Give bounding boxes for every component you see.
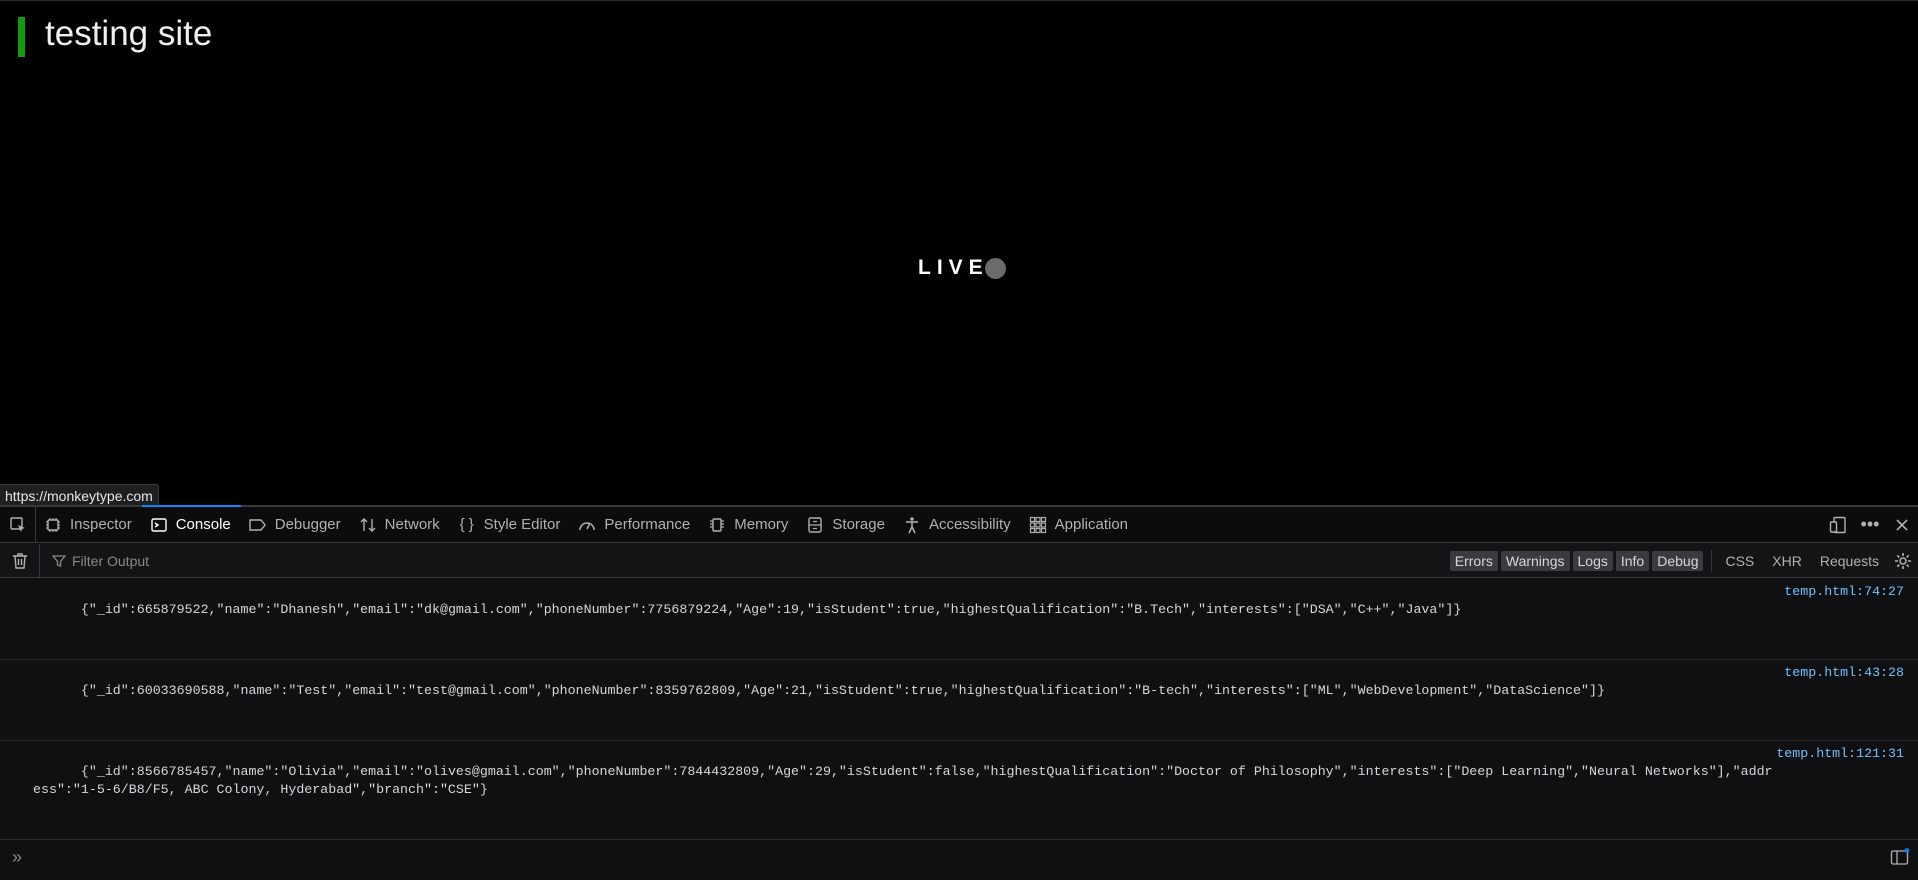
gear-icon [1895,552,1911,569]
tab-inspector[interactable]: Inspector [36,507,142,543]
filter-requests-button[interactable]: Requests [1811,553,1888,569]
tab-label: Memory [734,516,789,533]
site-heading: testing site [18,11,213,57]
responsive-design-button[interactable] [1822,507,1854,543]
tab-label: Style Editor [483,516,561,533]
log-source-link[interactable]: temp.html:121:31 [1776,745,1904,763]
devtools-panel: Inspector Console Debugger Network { } S… [0,504,1918,880]
console-input-row[interactable]: » [0,840,1918,874]
memory-icon [708,516,726,534]
filter-errors-button[interactable]: Errors [1449,550,1498,571]
style-editor-icon: { } [459,516,474,533]
element-picker-button[interactable] [0,506,36,543]
log-source-link[interactable]: temp.html:74:27 [1784,583,1904,601]
filter-debug-button[interactable]: Debug [1652,550,1704,571]
request-filters: CSS XHR Requests [1712,553,1888,569]
close-devtools-button[interactable] [1886,507,1918,543]
responsive-design-icon [1829,516,1846,533]
tab-accessibility[interactable]: Accessibility [895,507,1021,543]
clear-console-button[interactable] [0,543,40,578]
editor-mode-button[interactable] [1890,848,1910,871]
tab-memory[interactable]: Memory [700,507,798,543]
tab-console[interactable]: Console [141,504,241,543]
log-message: {"_id":665879522,"name":"Dhanesh","email… [80,602,1462,617]
more-options-icon: ••• [1860,514,1880,534]
filter-wrapper [40,552,1450,569]
devtools-toolbar: Inspector Console Debugger Network { } S… [0,504,1918,543]
tab-label: Network [384,516,440,533]
console-icon [150,516,168,534]
tab-label: Accessibility [928,516,1011,533]
filter-css-button[interactable]: CSS [1716,553,1763,569]
tab-storage[interactable]: Storage [798,507,895,543]
console-settings-button[interactable] [1888,552,1918,570]
performance-icon [578,516,596,534]
debugger-icon [249,516,267,534]
live-dot-icon [984,257,1006,279]
page-title: testing site [45,13,213,53]
tab-label: Performance [604,516,691,533]
tab-label: Storage [832,516,885,533]
log-message: {"_id":60033690588,"name":"Test","email"… [80,683,1605,698]
status-url-tooltip: https://monkeytype.com [0,484,159,506]
console-filter-bar: Errors Warnings Logs Info Debug CSS XHR … [0,543,1918,578]
tab-label: Application [1054,516,1129,533]
filter-output-input[interactable] [72,552,472,569]
network-icon [359,516,377,534]
filter-logs-button[interactable]: Logs [1572,550,1613,571]
tab-performance[interactable]: Performance [570,507,700,543]
heading-accent-bar [18,16,25,57]
console-log-row: {"_id":8566785457,"name":"Olivia","email… [0,741,1918,840]
tab-label: Debugger [274,516,341,533]
log-level-filters: Errors Warnings Logs Info Debug [1449,549,1713,572]
console-log-row: {"_id":665879522,"name":"Dhanesh","email… [0,579,1918,660]
tab-label: Inspector [70,516,132,533]
more-options-button[interactable]: ••• [1854,507,1886,543]
live-label: LIVE [918,256,989,279]
split-console-icon [1890,848,1910,865]
tab-label: Console [175,516,231,533]
filter-warnings-button[interactable]: Warnings [1500,550,1570,571]
tab-debugger[interactable]: Debugger [241,507,351,543]
log-source-link[interactable]: temp.html:43:28 [1784,664,1904,682]
console-log-row: {"_id":60033690588,"name":"Test","email"… [0,660,1918,741]
tab-style-editor[interactable]: { } Style Editor [450,507,571,543]
page-viewport: testing site LIVE https://monkeytype.com [0,0,1918,506]
live-indicator: LIVE [918,255,1006,281]
accessibility-icon [903,516,921,534]
filter-xhr-button[interactable]: XHR [1763,553,1811,569]
close-icon [1896,518,1908,531]
application-icon [1029,516,1047,534]
element-picker-icon [9,516,25,532]
storage-icon [806,516,824,534]
log-message: {"_id":8566785457,"name":"Olivia","email… [33,764,1773,797]
filter-info-button[interactable]: Info [1615,550,1650,571]
tab-network[interactable]: Network [351,507,450,543]
trash-icon [12,552,27,569]
console-output: {"_id":665879522,"name":"Dhanesh","email… [0,579,1918,874]
tab-application[interactable]: Application [1021,507,1138,543]
prompt-chevron-icon: » [12,846,23,867]
filter-icon [52,554,66,567]
inspector-icon [44,516,62,534]
